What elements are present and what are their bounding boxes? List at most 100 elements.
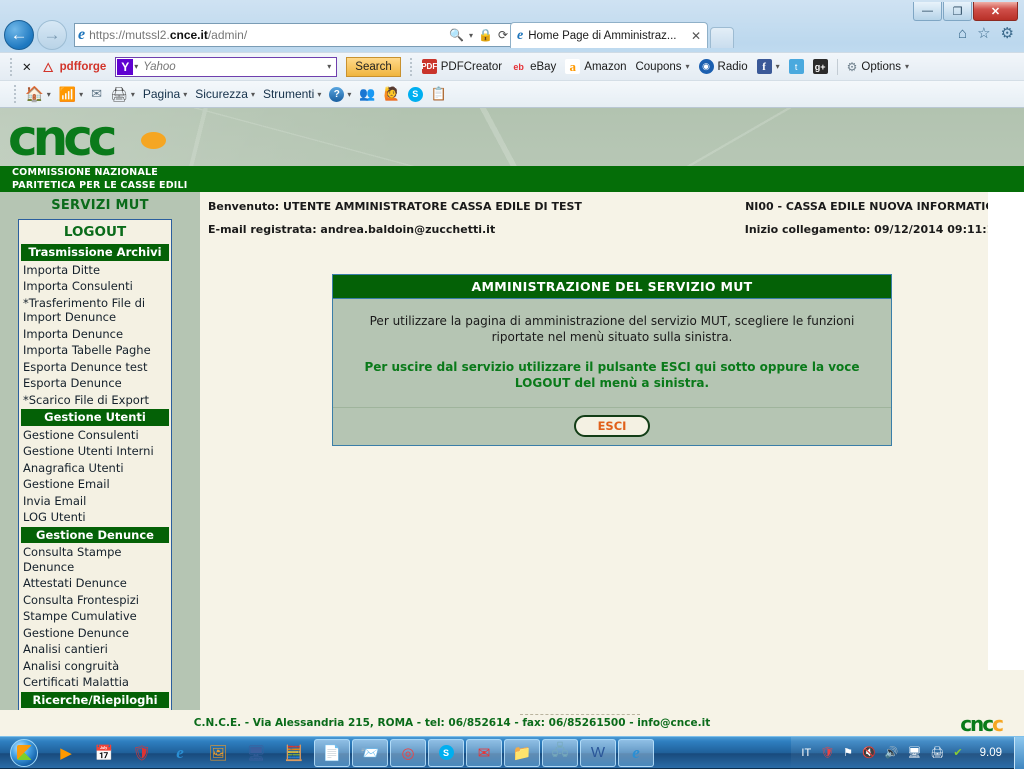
taskbar-explorer-window[interactable]: 📁 [504,739,540,767]
refresh-icon[interactable]: ⟳ [498,28,508,42]
pdfforge-item[interactable]: 🜂 pdfforge [41,59,107,74]
home-icon[interactable]: ⌂ [958,25,967,42]
taskbar-internet-explorer-icon[interactable]: e [162,739,198,767]
sidebar-item[interactable]: Gestione Email [19,476,171,493]
ebay-item[interactable]: eb eBay [511,59,556,74]
strumenti-chevron-down-icon[interactable]: ▾ [317,90,321,99]
people-icon[interactable]: 👥 [359,86,375,102]
taskbar-clock[interactable]: 9.09 [972,747,1010,759]
sidebar-item[interactable]: Esporta Denunce [19,375,171,392]
sidebar-item-logout[interactable]: LOGOUT [19,220,171,243]
tray-antivirus-icon[interactable]: 🛡 [820,746,834,759]
home-button[interactable]: 🏠 ▾ [25,85,51,103]
restore-button[interactable]: ❐ [943,2,972,21]
coupons-chevron-down-icon[interactable]: ▾ [686,62,690,71]
taskbar-skype-window[interactable]: S [428,739,464,767]
sidebar-item[interactable]: Importa Denunce [19,326,171,343]
esci-button[interactable]: ESCI [574,415,651,437]
favorites-star-icon[interactable]: ☆ [977,24,990,42]
show-desktop-button[interactable] [1014,737,1024,769]
taskbar-chrome-window[interactable]: ◎ [390,739,426,767]
tray-action-center-flag-icon[interactable]: ⚑ [843,746,853,759]
sidebar-item[interactable]: Consulta Frontespizi [19,592,171,609]
tray-volume-icon[interactable]: 🔊 [885,746,899,759]
yahoo-search-box[interactable]: Y ▾ ▾ [115,57,337,77]
back-icon[interactable]: ← [4,20,34,50]
sidebar-item[interactable]: *Scarico File di Export [19,392,171,409]
skype-icon[interactable]: S [408,87,423,102]
language-indicator[interactable]: IT [801,747,811,759]
taskbar-word-window[interactable]: W [580,739,616,767]
print-chevron-down-icon[interactable]: ▾ [131,90,135,99]
yahoo-search-button[interactable]: Search [346,57,400,77]
help-button[interactable]: ? ▾ [329,87,351,102]
taskbar-mail-window[interactable]: ✉ [466,739,502,767]
sidebar-item[interactable]: Importa Tabelle Paghe [19,342,171,359]
sidebar-item[interactable]: Analisi cantieri [19,641,171,658]
taskbar-notepad-window[interactable]: 📄 [314,739,350,767]
mail-icon[interactable]: ✉ [91,86,102,102]
tray-network-icon[interactable]: 🖥 [907,746,921,759]
sidebar-item[interactable]: Gestione Utenti Interni [19,443,171,460]
tray-sync-ok-icon[interactable]: ✔ [953,746,962,759]
new-tab-button[interactable] [710,27,734,48]
sidebar-item[interactable]: Gestione Consulenti [19,427,171,444]
taskbar-remote-desktop-icon[interactable]: 🖥 [238,739,274,767]
taskbar-media-player-icon[interactable]: ▶ [48,739,84,767]
tray-volume-muted-icon[interactable]: 🔇 [862,746,876,759]
sicurezza-chevron-down-icon[interactable]: ▾ [251,90,255,99]
sidebar-section-header[interactable]: Gestione Denunce [21,527,169,544]
options-item[interactable]: ⚙ Options ▾ [847,60,909,74]
forward-icon[interactable]: → [37,20,67,50]
pdfcreator-item[interactable]: PDF PDFCreator [422,59,502,74]
menu-strumenti[interactable]: Strumenti ▾ [263,87,321,101]
sidebar-item[interactable]: Gestione Denunce [19,625,171,642]
taskbar-outlook-window[interactable]: 📨 [352,739,388,767]
tab-close-icon[interactable]: ✕ [691,29,701,43]
home-chevron-down-icon[interactable]: ▾ [47,90,51,99]
sidebar-item[interactable]: Consulta Stampe Denunce [19,544,171,575]
sidebar-item[interactable]: *Trasferimento File di Import Denunce [19,295,171,326]
facebook-item[interactable]: f ▾ [757,59,780,74]
options-chevron-down-icon[interactable]: ▾ [905,62,909,71]
yahoo-history-chevron-icon[interactable]: ▾ [327,62,336,71]
sidebar-section-header[interactable]: Gestione Utenti [21,409,169,426]
print-button[interactable]: 🖨 ▾ [110,86,135,103]
yahoo-search-input[interactable] [138,61,327,73]
sidebar-item[interactable]: LOG Utenti [19,509,171,526]
taskbar-calendar-icon[interactable]: 📅 [86,739,122,767]
menu-sicurezza[interactable]: Sicurezza ▾ [195,87,255,101]
sidebar-section-header[interactable]: Ricerche/Riepiloghi [21,692,169,709]
address-bar[interactable]: e https://mutssl2.cnce.it/admin/ 🔍 ▾ 🔒 ⟳ [74,23,512,47]
taskbar-calculator-icon[interactable]: 🧮 [276,739,312,767]
pagina-chevron-down-icon[interactable]: ▾ [183,90,187,99]
google-plus-icon[interactable]: g+ [813,59,828,74]
tray-device-icon[interactable]: 🖨 [930,746,944,759]
sidebar-item[interactable]: Certificati Malattia [19,674,171,691]
sidebar-item[interactable]: Esporta Denunce test [19,359,171,376]
amazon-item[interactable]: a Amazon [565,59,626,74]
close-window-button[interactable]: ✕ [973,2,1018,21]
chevron-down-icon[interactable]: ▾ [469,31,473,40]
tab-home-page-amministrazione[interactable]: e Home Page di Amministraz... ✕ [510,22,708,48]
sidebar-item[interactable]: Analisi congruità [19,658,171,675]
menu-pagina[interactable]: Pagina ▾ [143,87,187,101]
start-button[interactable] [2,738,46,768]
search-icon[interactable]: 🔍 [449,28,464,42]
taskbar-network-window[interactable]: 🖧 [542,739,578,767]
sidebar-item[interactable]: Anagrafica Utenti [19,460,171,477]
sidebar-item[interactable]: Importa Consulenti [19,278,171,295]
gear-icon[interactable]: ⚙ [1001,24,1014,42]
clipboard-icon[interactable]: 📋 [431,86,447,102]
feeds-button[interactable]: 📶 ▾ [59,86,83,103]
taskbar-ie-window-2[interactable]: e [618,739,654,767]
sidebar-item[interactable]: Attestati Denunce [19,575,171,592]
help-chevron-down-icon[interactable]: ▾ [347,90,351,99]
toolbar-close-icon[interactable]: ✕ [22,60,32,74]
sidebar-item[interactable]: Stampe Cumulative [19,608,171,625]
feeds-chevron-down-icon[interactable]: ▾ [79,90,83,99]
sidebar-item[interactable]: Importa Ditte [19,262,171,279]
facebook-chevron-down-icon[interactable]: ▾ [776,62,780,71]
coupons-item[interactable]: Coupons ▾ [635,61,689,73]
minimize-button[interactable]: — [913,2,942,21]
